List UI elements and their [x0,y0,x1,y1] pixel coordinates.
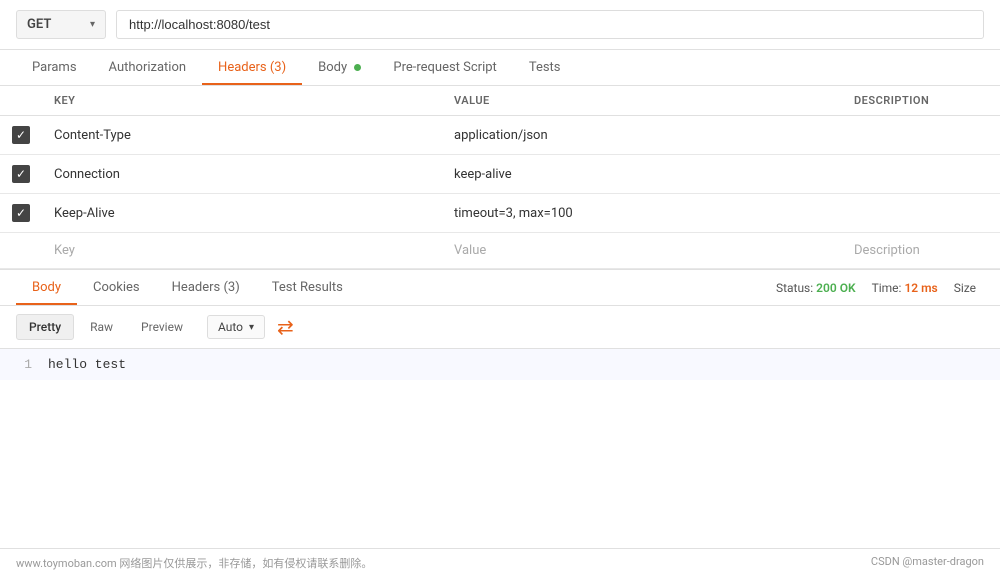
size-label: Size [954,281,976,295]
col-header-value: VALUE [442,86,842,116]
checkbox-cell: ✓ [12,126,30,144]
header-value-3[interactable]: timeout=3, max=100 [442,194,842,233]
header-value-1[interactable]: application/json [442,116,842,155]
status-label: Status: 200 OK [776,281,856,295]
request-tabs: Params Authorization Headers (3) Body Pr… [0,50,1000,86]
tab-pre-request[interactable]: Pre-request Script [377,50,512,85]
format-tab-raw[interactable]: Raw [78,315,125,339]
tab-response-cookies[interactable]: Cookies [77,270,156,305]
table-row-placeholder: Key Value Description [0,233,1000,269]
header-value-2[interactable]: keep-alive [442,155,842,194]
table-row: ✓ Connection keep-alive [0,155,1000,194]
line-content-1: hello test [48,357,126,372]
header-key-3[interactable]: Keep-Alive [42,194,442,233]
header-key-2[interactable]: Connection [42,155,442,194]
tab-response-headers[interactable]: Headers (3) [156,270,256,305]
time-label: Time: 12 ms [872,281,938,295]
tab-headers[interactable]: Headers (3) [202,50,302,85]
auto-dropdown[interactable]: Auto ▾ [207,315,265,339]
tab-test-results[interactable]: Test Results [256,270,359,305]
tab-params[interactable]: Params [16,50,93,85]
col-header-check [0,86,42,116]
response-line-1: 1 hello test [0,349,1000,380]
tab-body[interactable]: Body [302,50,377,85]
response-format-bar: Pretty Raw Preview Auto ▾ ⇄ [0,306,1000,349]
footer-right: CSDN @master-dragon [871,555,984,571]
format-tab-pretty[interactable]: Pretty [16,314,74,340]
response-tabs: Body Cookies Headers (3) Test Results St… [0,269,1000,306]
header-desc-placeholder[interactable]: Description [842,233,1000,269]
auto-chevron-icon: ▾ [249,322,254,333]
header-checkbox-1[interactable]: ✓ [12,126,30,144]
method-select[interactable]: GET ▾ [16,10,106,39]
tab-authorization[interactable]: Authorization [93,50,203,85]
header-key-1[interactable]: Content-Type [42,116,442,155]
body-dot-indicator [354,64,361,71]
checkbox-cell: ✓ [12,165,30,183]
url-bar: GET ▾ [0,0,1000,50]
status-value: 200 OK [816,281,855,295]
tab-response-body[interactable]: Body [16,270,77,305]
col-header-description: DESCRIPTION [842,86,1000,116]
line-number-1: 1 [12,357,32,372]
col-header-key: KEY [42,86,442,116]
table-row: ✓ Keep-Alive timeout=3, max=100 [0,194,1000,233]
table-row: ✓ Content-Type application/json [0,116,1000,155]
header-desc-3 [842,194,1000,233]
tab-tests[interactable]: Tests [513,50,577,85]
header-desc-1 [842,116,1000,155]
footer: www.toymoban.com 网络图片仅供展示，非存储，如有侵权请联系删除。… [0,548,1000,577]
wrap-icon[interactable]: ⇄ [277,315,294,339]
footer-left: www.toymoban.com 网络图片仅供展示，非存储，如有侵权请联系删除。 [16,555,372,571]
url-input[interactable] [116,10,984,39]
response-body: 1 hello test [0,349,1000,380]
format-tab-preview[interactable]: Preview [129,315,195,339]
response-status: Status: 200 OK Time: 12 ms Size [776,281,984,295]
header-key-placeholder[interactable]: Key [42,233,442,269]
header-desc-2 [842,155,1000,194]
time-value: 12 ms [904,281,937,295]
chevron-down-icon: ▾ [90,19,95,30]
header-value-placeholder[interactable]: Value [442,233,842,269]
header-checkbox-3[interactable]: ✓ [12,204,30,222]
headers-table: KEY VALUE DESCRIPTION ✓ Content-Type app… [0,86,1000,269]
header-checkbox-2[interactable]: ✓ [12,165,30,183]
checkbox-cell: ✓ [12,204,30,222]
method-label: GET [27,17,51,32]
